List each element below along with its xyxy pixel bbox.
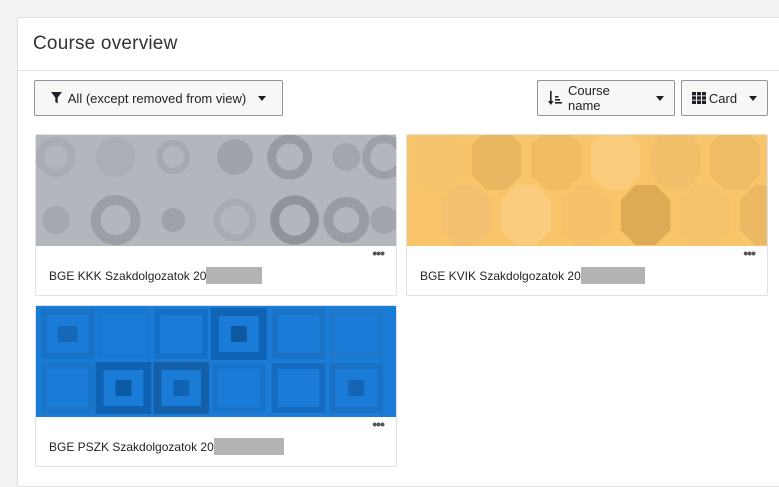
course-image[interactable]: [407, 135, 767, 246]
ellipsis-icon[interactable]: •••: [372, 417, 385, 431]
panel-header: Course overview: [18, 18, 779, 71]
chevron-down-icon: [749, 95, 758, 101]
course-card[interactable]: ••• BGE KKK Szakdolgozatok 20: [35, 134, 397, 296]
grid-icon: [691, 92, 706, 104]
view-label: Card: [708, 90, 738, 106]
sort-dropdown-button[interactable]: Course name: [537, 80, 675, 116]
redacted-text: [206, 267, 263, 284]
course-title-text[interactable]: BGE PSZK Szakdolgozatok 20: [49, 440, 214, 454]
chevron-down-icon: [656, 95, 664, 101]
sort-ascending-icon: [548, 90, 562, 106]
course-image[interactable]: [36, 135, 396, 246]
redacted-text: [580, 267, 645, 284]
course-title[interactable]: BGE KVIK Szakdolgozatok 20: [420, 267, 645, 284]
course-card[interactable]: ••• BGE PSZK Szakdolgozatok 20: [35, 305, 397, 467]
ellipsis-icon[interactable]: •••: [372, 246, 385, 260]
card-footer: ••• BGE KKK Szakdolgozatok 20: [36, 246, 396, 295]
filter-icon: [50, 92, 62, 104]
course-image[interactable]: [36, 306, 396, 417]
card-footer: ••• BGE PSZK Szakdolgozatok 20: [36, 417, 396, 466]
page-title: Course overview: [33, 33, 178, 54]
filter-label: All (except removed from view): [67, 90, 247, 106]
chevron-down-icon: [258, 95, 267, 101]
course-title[interactable]: BGE KKK Szakdolgozatok 20: [49, 267, 263, 284]
card-footer: ••• BGE KVIK Szakdolgozatok 20: [407, 246, 767, 295]
course-title-text[interactable]: BGE KKK Szakdolgozatok 20: [49, 269, 206, 283]
redacted-text: [213, 438, 284, 455]
course-title[interactable]: BGE PSZK Szakdolgozatok 20: [49, 438, 284, 455]
ellipsis-icon[interactable]: •••: [743, 246, 756, 260]
course-title-text[interactable]: BGE KVIK Szakdolgozatok 20: [420, 269, 581, 283]
filter-dropdown-button[interactable]: All (except removed from view): [34, 80, 283, 116]
course-card[interactable]: ••• BGE KVIK Szakdolgozatok 20: [406, 134, 768, 296]
view-dropdown-button[interactable]: Card: [681, 80, 768, 116]
sort-label: Course name: [568, 83, 610, 113]
